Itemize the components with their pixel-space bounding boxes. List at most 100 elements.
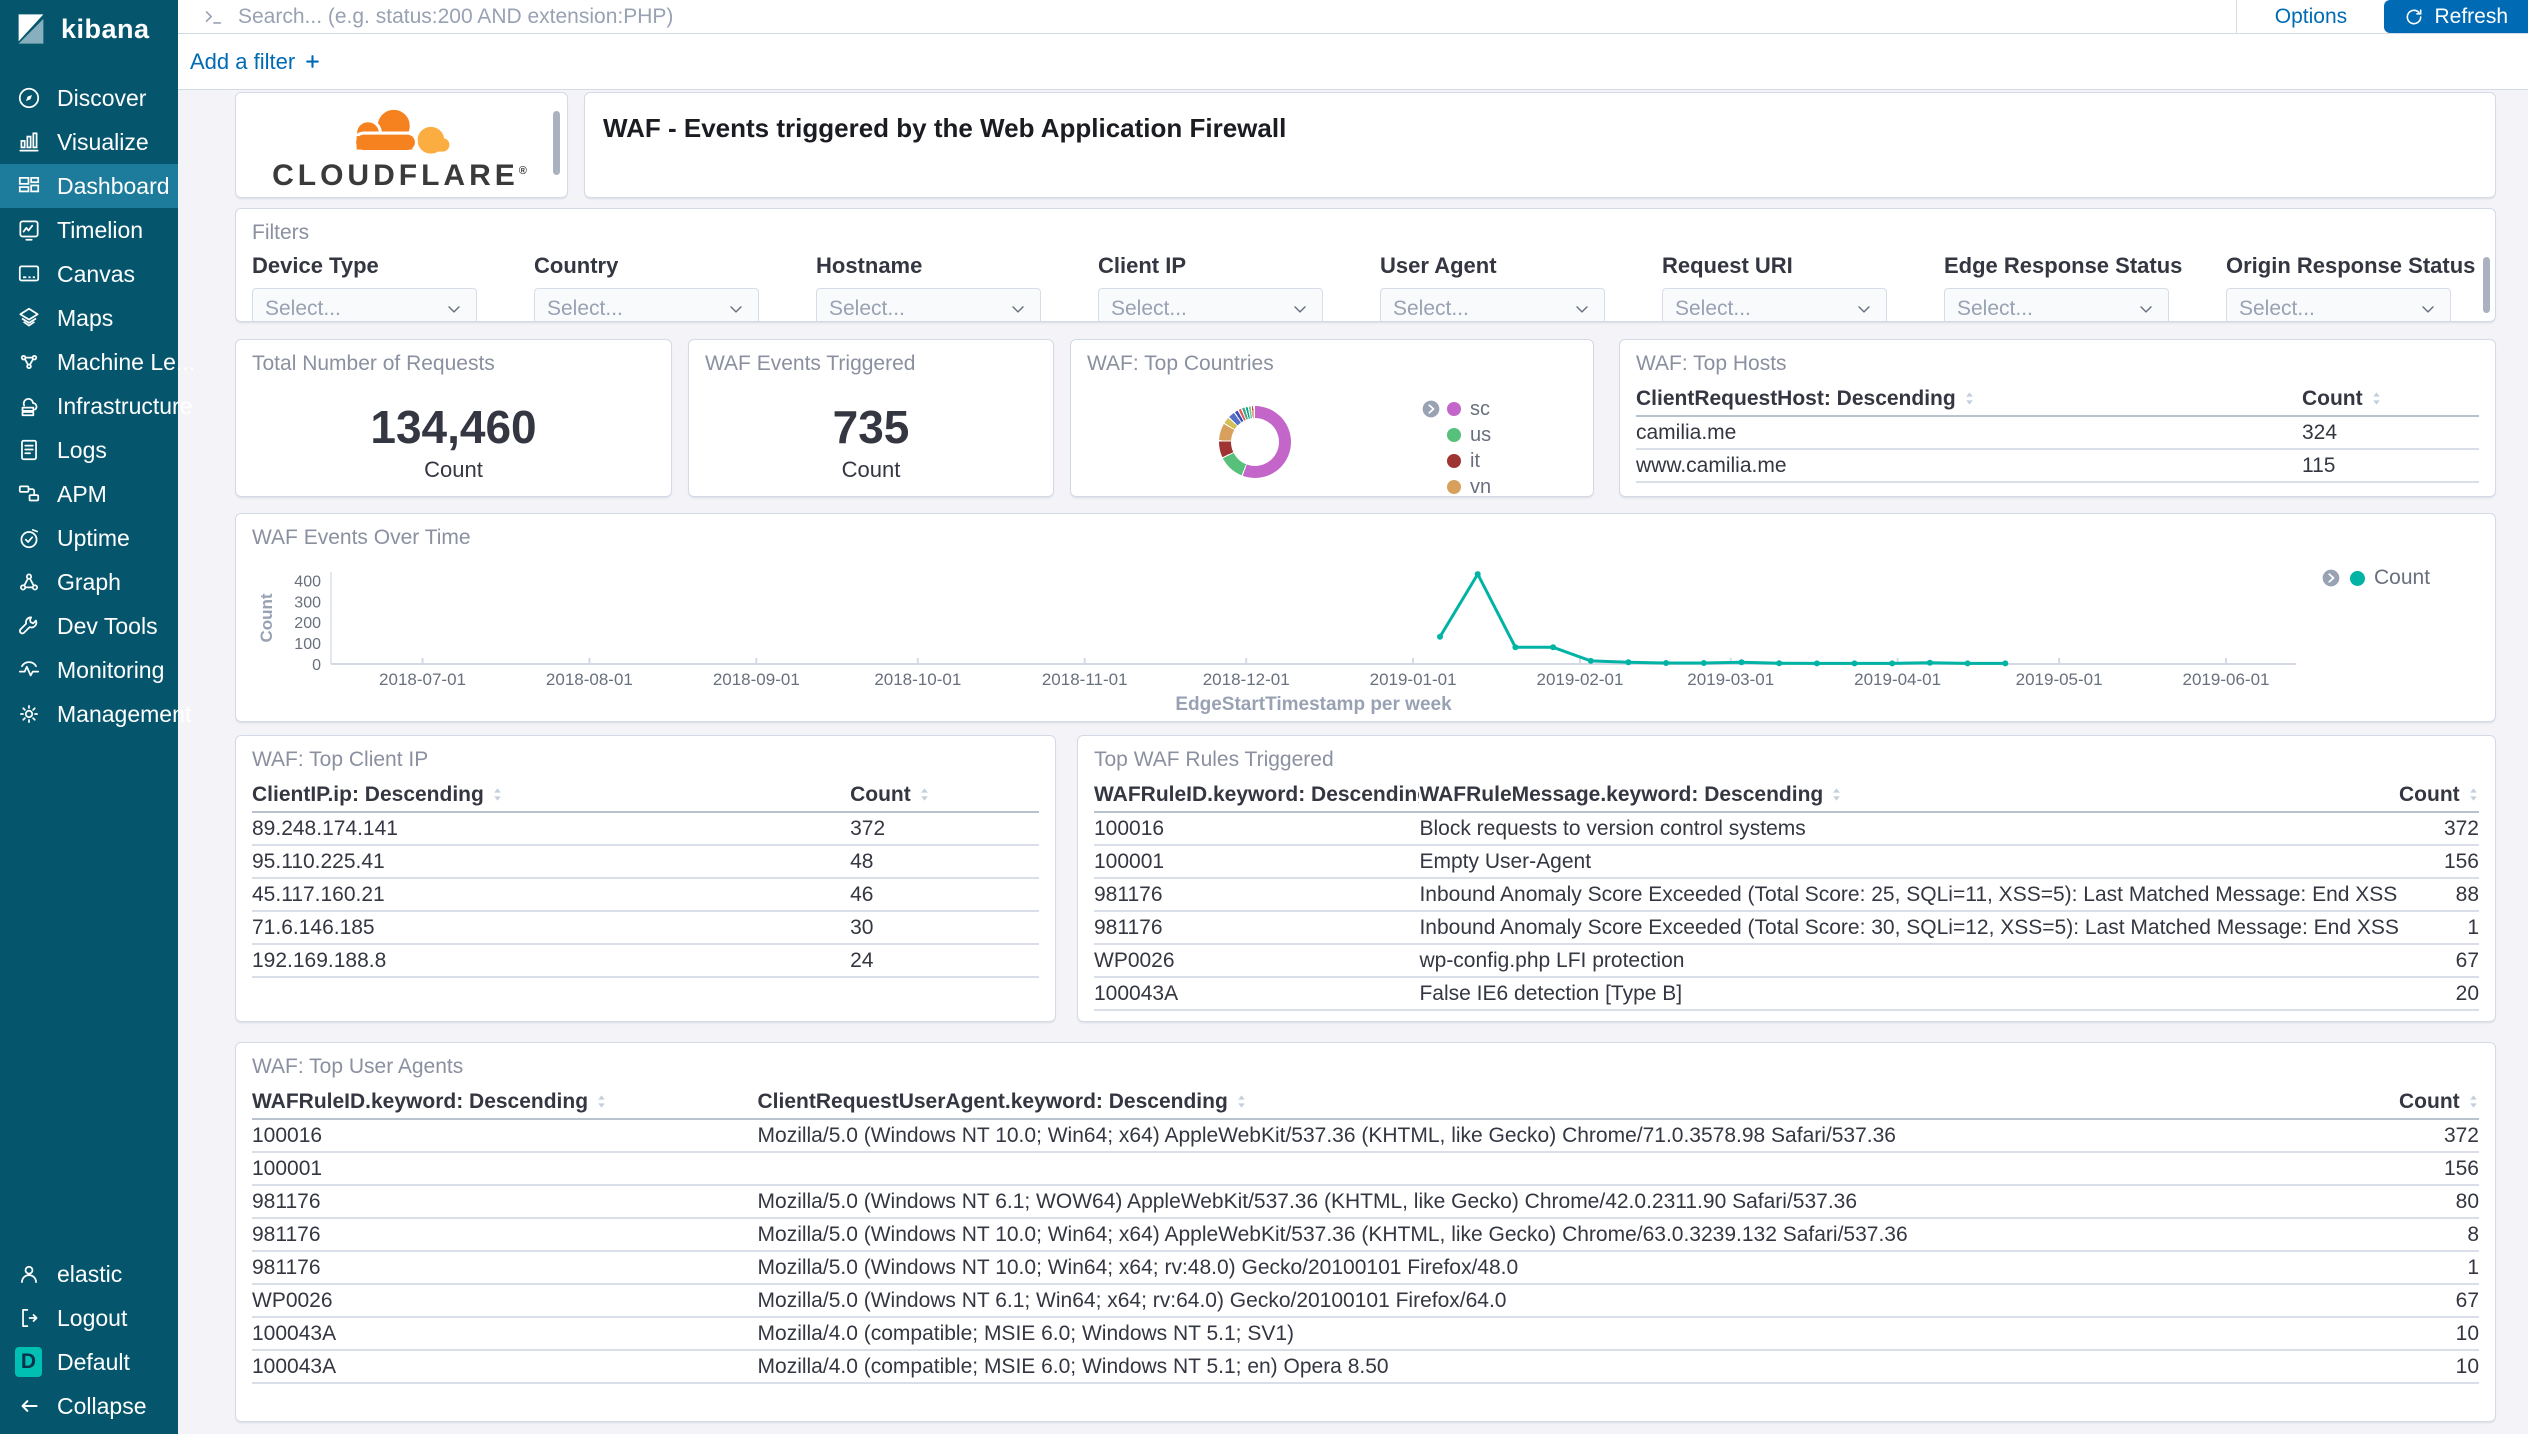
logout-icon	[15, 1305, 42, 1332]
select-placeholder: Select...	[547, 297, 623, 321]
timelion-icon	[15, 217, 42, 244]
legend-item[interactable]: us	[1447, 422, 1491, 448]
table-row: WP0026 Mozilla/5.0 (Windows NT 6.1; Win6…	[252, 1285, 2479, 1318]
sidebar-item[interactable]: Uptime	[0, 516, 178, 560]
sidebar-item-label: Infrastructure	[57, 393, 193, 420]
sidebar-item-label: Dashboard	[57, 173, 170, 200]
machine-learning-icon	[15, 349, 42, 376]
sidebar-nav: Discover Visualize Dashboard Timelion Ca…	[0, 76, 178, 736]
sidebar-item[interactable]: Monitoring	[0, 648, 178, 692]
legend-expand-icon[interactable]	[2321, 568, 2341, 588]
sidebar-item[interactable]: Dev Tools	[0, 604, 178, 648]
column-header[interactable]: WAFRuleID.keyword: Descending	[1094, 783, 1419, 809]
column-header[interactable]: ClientIP.ip: Descending	[252, 783, 850, 809]
countries-donut-chart[interactable]	[1219, 406, 1291, 478]
filter-bar: Add a filter	[178, 34, 2528, 90]
filter-select[interactable]: Select...	[816, 288, 1041, 322]
column-header[interactable]: Count	[850, 783, 1039, 809]
sort-icon	[2467, 785, 2479, 809]
table-row: 100043A False IE6 detection [Type B] 20	[1094, 978, 2479, 1011]
svg-text:2018-10-01: 2018-10-01	[874, 670, 961, 689]
kibana-mark-icon	[13, 11, 49, 47]
select-placeholder: Select...	[265, 297, 341, 321]
legend-item[interactable]: sc	[1447, 396, 1491, 422]
legend-color-dot	[1447, 454, 1461, 468]
sidebar-footer-item[interactable]: Collapse	[0, 1384, 178, 1428]
legend-item[interactable]: it	[1447, 448, 1491, 474]
sidebar-footer-item[interactable]: D Default	[0, 1340, 178, 1384]
sort-icon	[2370, 389, 2383, 413]
svg-text:2018-09-01: 2018-09-01	[713, 670, 800, 689]
top-bar: Search... (e.g. status:200 AND extension…	[178, 0, 2528, 34]
discover-icon	[15, 85, 42, 112]
table-row: 100043A Mozilla/4.0 (compatible; MSIE 6.…	[252, 1318, 2479, 1351]
column-header[interactable]: Count	[2302, 387, 2479, 413]
column-header[interactable]: Count	[2399, 783, 2479, 809]
sidebar-footer-item[interactable]: Logout	[0, 1296, 178, 1340]
search-placeholder: Search... (e.g. status:200 AND extension…	[238, 5, 673, 29]
filter-select[interactable]: Select...	[252, 288, 477, 322]
sidebar-item[interactable]: Logs	[0, 428, 178, 472]
svg-text:100: 100	[294, 636, 321, 653]
metric-value: 134,460	[236, 400, 671, 454]
management-icon	[15, 701, 42, 728]
filter-select[interactable]: Select...	[534, 288, 759, 322]
space-badge: D	[15, 1347, 42, 1377]
legend-item[interactable]: vn	[1447, 474, 1491, 497]
column-header[interactable]: ClientRequestHost: Descending	[1636, 387, 2302, 413]
column-header[interactable]: WAFRuleID.keyword: Descending	[252, 1090, 758, 1116]
logs-icon	[15, 437, 42, 464]
uptime-icon	[15, 525, 42, 552]
sidebar-item[interactable]: Infrastructure	[0, 384, 178, 428]
sidebar-footer-label: Collapse	[57, 1393, 147, 1420]
filter-select[interactable]: Select...	[1662, 288, 1887, 322]
sidebar-item[interactable]: Machine Le...	[0, 340, 178, 384]
table-row: WP0026 wp-config.php LFI protection 67	[1094, 945, 2479, 978]
column-header[interactable]: ClientRequestUserAgent.keyword: Descendi…	[758, 1090, 2399, 1116]
infrastructure-icon	[15, 393, 42, 420]
sidebar-item[interactable]: Graph	[0, 560, 178, 604]
refresh-icon	[2404, 7, 2424, 27]
filter-label: Origin Response Status	[2226, 253, 2451, 279]
refresh-button[interactable]: Refresh	[2384, 0, 2528, 33]
sidebar: kibana Discover Visualize Dashboard Time…	[0, 0, 178, 1434]
legend-expand-icon[interactable]	[1421, 399, 1441, 419]
options-button[interactable]: Options	[2236, 0, 2384, 33]
panel-scrollbar[interactable]	[2483, 257, 2490, 313]
panel-title: WAF: Top Countries	[1071, 340, 1593, 376]
panel-scrollbar[interactable]	[553, 111, 560, 175]
sidebar-item[interactable]: Canvas	[0, 252, 178, 296]
filter-select[interactable]: Select...	[1380, 288, 1605, 322]
select-placeholder: Select...	[1111, 297, 1187, 321]
sidebar-item-label: Discover	[57, 85, 146, 112]
legend-color-dot	[1447, 428, 1461, 442]
filter-label: Device Type	[252, 253, 477, 279]
sidebar-footer-item[interactable]: elastic	[0, 1252, 178, 1296]
events-legend[interactable]: Count	[2321, 566, 2430, 590]
add-filter-button[interactable]: Add a filter	[190, 49, 321, 75]
sidebar-item[interactable]: Timelion	[0, 208, 178, 252]
select-placeholder: Select...	[1393, 297, 1469, 321]
panel-top-countries: WAF: Top Countries sc us it vn	[1070, 339, 1594, 497]
filter-select[interactable]: Select...	[2226, 288, 2451, 322]
apm-icon	[15, 481, 42, 508]
panel-title: WAF Events Over Time	[236, 514, 487, 550]
column-header[interactable]: Count	[2399, 1090, 2479, 1116]
sidebar-item[interactable]: Maps	[0, 296, 178, 340]
panel-title: WAF: Top User Agents	[236, 1043, 2495, 1079]
sidebar-item-label: Logs	[57, 437, 107, 464]
filter-group: Country Select...	[534, 253, 759, 322]
search-input[interactable]: Search... (e.g. status:200 AND extension…	[178, 0, 2236, 33]
sidebar-item[interactable]: Management	[0, 692, 178, 736]
filter-select[interactable]: Select...	[1944, 288, 2169, 322]
sidebar-item[interactable]: APM	[0, 472, 178, 516]
sidebar-item[interactable]: Dashboard	[0, 164, 178, 208]
filter-select[interactable]: Select...	[1098, 288, 1323, 322]
kibana-logo-text: kibana	[61, 14, 150, 45]
svg-text:2019-02-01: 2019-02-01	[1537, 670, 1624, 689]
column-header[interactable]: WAFRuleMessage.keyword: Descending	[1419, 783, 2399, 809]
sidebar-item[interactable]: Visualize	[0, 120, 178, 164]
chevron-down-icon	[726, 299, 746, 319]
sidebar-item[interactable]: Discover	[0, 76, 178, 120]
kibana-logo[interactable]: kibana	[0, 0, 178, 58]
